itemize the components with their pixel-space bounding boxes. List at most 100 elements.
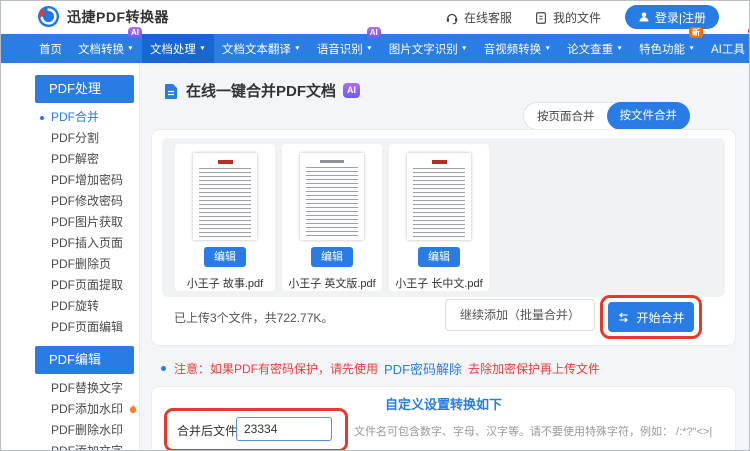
start-merge-button[interactable]: 开始合并 <box>608 302 694 332</box>
nav-home[interactable]: 首页 <box>31 34 70 63</box>
chevron-down-icon: ▼ <box>365 45 373 52</box>
sidebar-item-label: PDF增加密码 <box>51 173 124 187</box>
sidebar-item-label: PDF图片获取 <box>51 215 124 229</box>
file-card[interactable]: 编辑 小王子 英文版.pdf <box>282 144 382 291</box>
my-files-label: 我的文件 <box>553 11 602 25</box>
filename-input[interactable] <box>236 417 332 441</box>
sidebar-item-pdf-merge[interactable]: PDF合并 <box>1 107 139 128</box>
nav-label: 特色功能 <box>639 43 686 56</box>
nav-doc-translate[interactable]: 文档文本翻译 ▼ <box>214 34 309 63</box>
merge-mode-toggle: 按页面合并 按文件合并 <box>523 102 690 130</box>
nav-ai-tools[interactable]: AI工具 ▼ <box>703 28 749 63</box>
sidebar-item-pdf-delete-pages[interactable]: PDF删除页 <box>1 254 139 275</box>
filename-hint: 文件名可包含数字、字母、汉字等。请不要使用特殊字符，例如： /:*?"<>| <box>354 426 713 438</box>
sidebar-item-pdf-page-edit[interactable]: PDF页面编辑 <box>1 317 139 338</box>
pdf-decrypt-link[interactable]: PDF密码解除 <box>384 359 462 378</box>
file-card[interactable]: 编辑 小王子 故事.pdf <box>175 144 275 291</box>
sidebar-item-pdf-remove-watermark[interactable]: PDF删除水印 <box>1 420 139 441</box>
nav-paper-check[interactable]: 论文查重 ▼ <box>559 34 631 63</box>
pdf-thumbnail <box>407 153 471 240</box>
page-title: 在线一键合并PDF文档 <box>186 83 337 100</box>
edit-button[interactable]: 编辑 <box>311 247 353 267</box>
main-nav: 首页 文档转换 ▼ AI 文档处理 ▼ 文档文本翻译 ▼ 语音识别 ▼ AI 图… <box>1 27 749 63</box>
sidebar-section-pdf-process[interactable]: PDF处理 <box>35 75 134 103</box>
chevron-down-icon: ▼ <box>544 45 552 52</box>
nav-label: 文档文本翻译 <box>221 43 291 56</box>
user-icon <box>639 12 649 22</box>
online-service-link[interactable]: 在线客服 <box>445 9 512 26</box>
login-register-button[interactable]: 登录|注册 <box>624 5 719 29</box>
ai-badge: AI <box>343 83 361 98</box>
nav-speech-recognition[interactable]: 语音识别 ▼ AI <box>309 27 381 63</box>
sidebar-item-label: PDF添加文字 <box>51 444 123 450</box>
sidebar-item-pdf-add-password[interactable]: PDF增加密码 <box>1 170 139 191</box>
red-highlight-annotation: 开始合并 <box>600 295 702 339</box>
merge-by-page-button[interactable]: 按页面合并 <box>524 108 608 124</box>
edit-button[interactable]: 编辑 <box>204 247 246 267</box>
file-name: 小王子 英文版.pdf <box>288 278 376 290</box>
pdf-thumbnail <box>300 153 364 240</box>
fire-icon <box>130 404 137 414</box>
nav-special-features[interactable]: 特色功能 ▼ 新 <box>631 27 703 63</box>
sidebar-item-pdf-split[interactable]: PDF分割 <box>1 128 139 149</box>
pdf-converter-page: 迅捷PDF转换器 在线客服 我的文件 登录|注册 首页 文档转换 ▼ AI 文档… <box>0 0 750 451</box>
sidebar-item-pdf-insert-pages[interactable]: PDF插入页面 <box>1 233 139 254</box>
page-title-row: 在线一键合并PDF文档 AI <box>163 80 361 101</box>
custom-settings-panel: 自定义设置转换如下 合并后文件名 文件名可包含数字、字母、汉字等。请不要使用特殊… <box>151 386 736 450</box>
nav-doc-convert[interactable]: 文档转换 ▼ AI <box>70 27 142 63</box>
header-links: 在线客服 我的文件 <box>445 1 601 34</box>
nav-image-ocr[interactable]: 图片文字识别 ▼ <box>381 34 476 63</box>
file-name: 小王子 故事.pdf <box>186 278 264 290</box>
sidebar-item-pdf-replace-text[interactable]: PDF替换文字 <box>1 378 139 399</box>
sidebar-item-label: PDF添加水印 <box>51 402 124 416</box>
bullet-dot <box>161 366 166 371</box>
sidebar-item-label: PDF页面提取 <box>51 278 124 292</box>
headset-icon <box>446 13 458 24</box>
chevron-down-icon: ▼ <box>127 45 134 52</box>
sidebar-section-pdf-edit[interactable]: PDF编辑 <box>35 346 134 374</box>
sidebar-item-pdf-change-password[interactable]: PDF修改密码 <box>1 191 139 212</box>
upload-panel: 编辑 小王子 故事.pdf 编辑 小王子 英文版.pdf 编辑 小王子 长中文.… <box>151 129 736 346</box>
sidebar: PDF处理 PDF合并 PDF分割 PDF解密 PDF增加密码 PDF修改密码 … <box>1 63 140 450</box>
nav-label: 图片文字识别 <box>388 43 458 56</box>
ai-badge: AI <box>366 27 381 38</box>
sidebar-item-pdf-decrypt[interactable]: PDF解密 <box>1 149 139 170</box>
chevron-down-icon: ▼ <box>293 45 301 52</box>
nav-doc-process[interactable]: 文档处理 ▼ <box>141 34 214 63</box>
settings-title: 自定义设置转换如下 <box>384 397 502 412</box>
thumbnail-heading <box>217 160 233 164</box>
blue-document-icon <box>165 83 177 99</box>
file-card[interactable]: 编辑 小王子 长中文.pdf <box>389 144 489 291</box>
upload-status: 已上传3个文件，共722.77K。 <box>174 311 334 325</box>
sidebar-item-label: PDF删除水印 <box>51 423 124 437</box>
edit-button[interactable]: 编辑 <box>418 247 460 267</box>
file-cards: 编辑 小王子 故事.pdf 编辑 小王子 英文版.pdf 编辑 小王子 长中文.… <box>175 144 489 291</box>
nav-label: AI工具 <box>711 43 745 56</box>
chevron-down-icon: ▼ <box>460 45 468 52</box>
sidebar-item-label: PDF删除页 <box>51 257 112 271</box>
sidebar-item-label: PDF分割 <box>51 131 100 145</box>
sidebar-item-label: PDF旋转 <box>51 299 100 313</box>
continue-add-button[interactable]: 继续添加（批量合并） <box>444 299 595 331</box>
merge-by-file-button[interactable]: 按文件合并 <box>606 102 690 130</box>
sidebar-item-pdf-extract-pages[interactable]: PDF页面提取 <box>1 275 139 296</box>
file-list-area: 编辑 小王子 故事.pdf 编辑 小王子 英文版.pdf 编辑 小王子 长中文.… <box>162 138 725 297</box>
sidebar-item-pdf-add-text[interactable]: PDF添加文字 <box>1 441 139 450</box>
my-files-link[interactable]: 我的文件 <box>534 9 601 26</box>
active-dot <box>40 116 44 120</box>
logo-icon <box>37 5 60 28</box>
ai-badge: AI <box>127 27 142 38</box>
sidebar-item-label: PDF修改密码 <box>51 194 124 208</box>
brand-logo[interactable]: 迅捷PDF转换器 <box>37 5 169 28</box>
new-badge: 新 <box>689 27 703 38</box>
sidebar-item-pdf-add-watermark[interactable]: PDF添加水印 <box>1 399 139 420</box>
sidebar-item-label: PDF解密 <box>51 152 100 166</box>
logo-text: 迅捷PDF转换器 <box>67 8 169 25</box>
chevron-down-icon: ▼ <box>198 45 206 52</box>
sidebar-item-label: PDF插入页面 <box>51 236 124 250</box>
sidebar-item-pdf-get-images[interactable]: PDF图片获取 <box>1 212 139 233</box>
sidebar-item-pdf-rotate[interactable]: PDF旋转 <box>1 296 139 317</box>
nav-av-convert[interactable]: 音视频转换 ▼ <box>476 34 559 63</box>
nav-label: 音视频转换 <box>483 43 542 56</box>
swap-arrows-icon <box>619 312 629 322</box>
